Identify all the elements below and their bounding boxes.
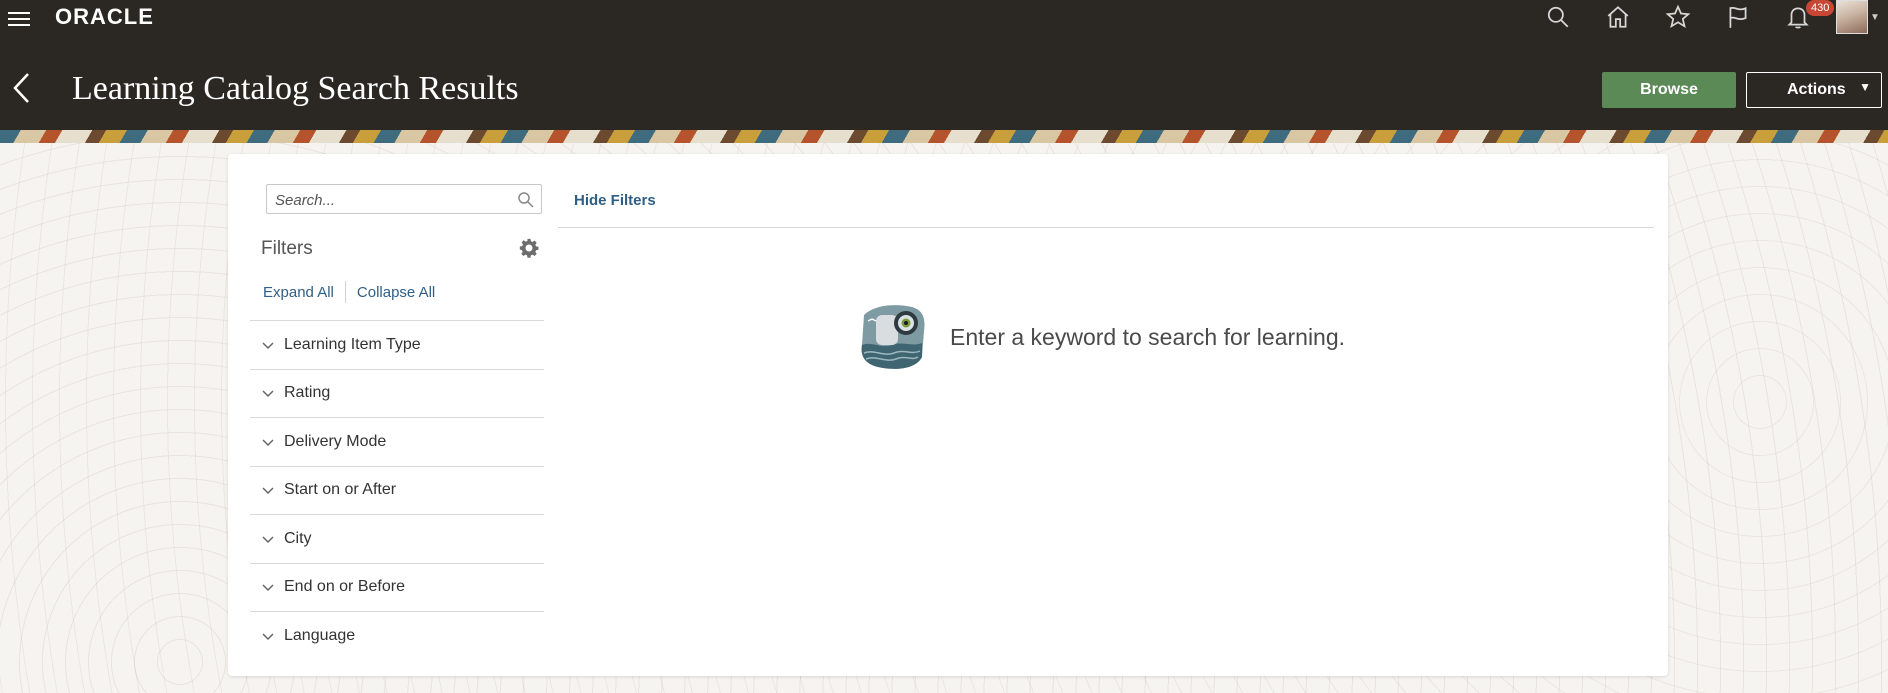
- chevron-down-icon: [262, 536, 274, 543]
- filter-label: Language: [284, 626, 356, 644]
- results-divider: [558, 227, 1654, 228]
- filter-list: Learning Item Type Rating Delivery Mode …: [250, 320, 544, 660]
- filter-delivery-mode[interactable]: Delivery Mode: [250, 418, 544, 467]
- header-toolbar: 430 ▼: [1528, 0, 1888, 34]
- avatar: [1836, 0, 1869, 34]
- star-icon[interactable]: [1648, 0, 1708, 34]
- chevron-down-icon: [262, 342, 274, 349]
- filter-end-on-or-before[interactable]: End on or Before: [250, 564, 544, 612]
- actions-button[interactable]: Actions ▼: [1746, 72, 1882, 108]
- back-arrow-icon[interactable]: [10, 70, 34, 106]
- search-icon[interactable]: [1528, 0, 1588, 34]
- filter-start-on-or-after[interactable]: Start on or After: [250, 467, 544, 515]
- expand-collapse-links: Expand All Collapse All: [263, 281, 435, 303]
- filter-label: Start on or After: [284, 481, 397, 499]
- caret-down-icon: ▼: [1859, 80, 1871, 94]
- bell-icon[interactable]: 430: [1768, 0, 1835, 34]
- filter-language[interactable]: Language: [250, 612, 544, 660]
- binoculars-illustration-icon: [861, 305, 925, 369]
- flag-icon[interactable]: [1708, 0, 1768, 34]
- search-results-card: Filters Expand All Collapse All Learning…: [228, 154, 1668, 676]
- chevron-down-icon: [262, 487, 274, 495]
- hamburger-icon[interactable]: [8, 8, 32, 28]
- filter-label: Rating: [284, 384, 331, 402]
- filter-city[interactable]: City: [250, 515, 544, 564]
- chevron-down-icon: ▼: [1870, 11, 1880, 23]
- search-icon[interactable]: [517, 191, 535, 209]
- search-input[interactable]: [273, 190, 507, 210]
- chevron-down-icon: [262, 390, 274, 398]
- home-icon[interactable]: [1588, 0, 1648, 34]
- empty-state-message: Enter a keyword to search for learning.: [950, 323, 1346, 350]
- collapse-all-link[interactable]: Collapse All: [357, 284, 435, 301]
- chevron-down-icon: [262, 584, 274, 592]
- filters-heading: Filters: [261, 238, 313, 259]
- browse-button[interactable]: Browse: [1602, 72, 1736, 108]
- oracle-logo: ORACLE: [55, 4, 154, 29]
- actions-button-label: Actions: [1787, 81, 1846, 98]
- global-header: ORACLE 430 ▼ Learning Catalog Search Res…: [0, 0, 1888, 130]
- decorative-banner: [0, 130, 1888, 143]
- filter-label: City: [284, 529, 312, 547]
- filter-label: Learning Item Type: [284, 335, 421, 353]
- link-separator: [344, 281, 346, 303]
- page-title: Learning Catalog Search Results: [72, 70, 519, 107]
- gear-icon[interactable]: [518, 237, 540, 259]
- filter-learning-item-type[interactable]: Learning Item Type: [250, 321, 544, 370]
- chevron-down-icon: [262, 439, 274, 446]
- user-menu[interactable]: ▼: [1828, 0, 1888, 34]
- search-field: [266, 184, 542, 214]
- filter-rating[interactable]: Rating: [250, 370, 544, 418]
- empty-state: Enter a keyword to search for learning.: [856, 301, 1345, 373]
- chevron-down-icon: [262, 633, 274, 640]
- notification-badge: 430: [1806, 0, 1835, 16]
- expand-all-link[interactable]: Expand All: [263, 284, 334, 301]
- filter-label: End on or Before: [284, 578, 405, 596]
- hide-filters-link[interactable]: Hide Filters: [574, 192, 656, 209]
- filter-label: Delivery Mode: [284, 432, 387, 450]
